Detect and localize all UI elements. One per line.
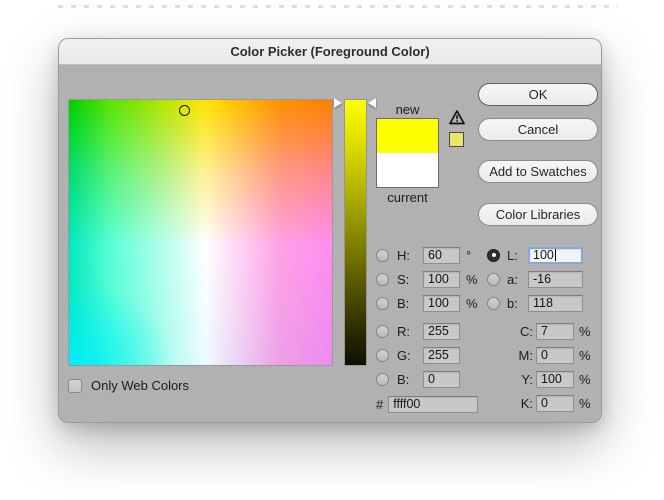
y-input[interactable]: 100 — [536, 371, 574, 388]
y-unit: % — [579, 372, 591, 387]
hex-prefix: # — [376, 397, 383, 412]
color-field[interactable] — [68, 99, 333, 366]
h-input[interactable]: 60 — [423, 247, 460, 264]
radio-blue[interactable] — [376, 373, 389, 386]
row-magenta: M: 0 % — [506, 346, 591, 364]
row-b-lab: b: 118 — [487, 294, 583, 312]
row-brightness: B: 100 % — [376, 294, 478, 312]
radio-g[interactable] — [376, 349, 389, 362]
color-preview-swatch — [376, 118, 439, 188]
k-input[interactable]: 0 — [536, 395, 574, 412]
c-input[interactable]: 7 — [536, 323, 574, 340]
only-web-colors-row: Only Web Colors — [68, 378, 189, 393]
label-y: Y: — [506, 372, 533, 387]
lightness-slider[interactable] — [344, 99, 367, 366]
color-field-marker[interactable] — [179, 105, 190, 116]
l-value: 100 — [533, 248, 554, 262]
r-input[interactable]: 255 — [423, 323, 460, 340]
label-r: R: — [397, 324, 423, 339]
s-unit: % — [466, 272, 478, 287]
l-input[interactable]: 100 — [528, 247, 583, 264]
row-cyan: C: 7 % — [506, 322, 591, 340]
s-input[interactable]: 100 — [423, 271, 460, 288]
label-b-lab: b: — [507, 296, 528, 311]
radio-l[interactable] — [487, 249, 500, 262]
label-k: K: — [506, 396, 533, 411]
current-color-label: current — [376, 190, 439, 205]
label-blue: B: — [397, 372, 423, 387]
row-black: K: 0 % — [506, 394, 591, 412]
radio-b-lab[interactable] — [487, 297, 500, 310]
c-unit: % — [579, 324, 591, 339]
row-hex: # ffff00 — [376, 395, 478, 413]
only-web-colors-checkbox[interactable] — [68, 379, 82, 393]
b-unit: % — [466, 296, 478, 311]
slider-handle-right-arrow[interactable] — [368, 98, 376, 108]
b-lab-input[interactable]: 118 — [528, 295, 583, 312]
slider-handle-left-arrow[interactable] — [334, 98, 342, 108]
row-saturation: S: 100 % — [376, 270, 478, 288]
label-l: L: — [507, 248, 528, 263]
page-edge-dashes — [58, 5, 618, 8]
color-libraries-button[interactable]: Color Libraries — [478, 203, 598, 226]
label-a: a: — [507, 272, 528, 287]
hex-input[interactable]: ffff00 — [388, 396, 478, 413]
radio-a[interactable] — [487, 273, 500, 286]
label-m: M: — [506, 348, 533, 363]
m-unit: % — [579, 348, 591, 363]
gamut-warning-icon[interactable] — [449, 110, 465, 125]
cancel-button[interactable]: Cancel — [478, 118, 598, 141]
text-caret — [555, 249, 556, 261]
dialog-titlebar: Color Picker (Foreground Color) — [59, 39, 601, 65]
new-color-swatch — [377, 119, 438, 153]
row-lightness: L: 100 — [487, 246, 583, 264]
in-gamut-color-swatch[interactable] — [449, 132, 464, 147]
radio-s[interactable] — [376, 273, 389, 286]
g-input[interactable]: 255 — [423, 347, 460, 364]
label-g: G: — [397, 348, 423, 363]
label-c: C: — [506, 324, 533, 339]
a-input[interactable]: -16 — [528, 271, 583, 288]
row-red: R: 255 — [376, 322, 460, 340]
color-picker-dialog: Color Picker (Foreground Color) new curr… — [58, 38, 602, 423]
row-yellow: Y: 100 % — [506, 370, 591, 388]
label-h: H: — [397, 248, 423, 263]
label-b: B: — [397, 296, 423, 311]
row-green: G: 255 — [376, 346, 460, 364]
label-s: S: — [397, 272, 423, 287]
m-input[interactable]: 0 — [536, 347, 574, 364]
radio-r[interactable] — [376, 325, 389, 338]
row-hue: H: 60 ° — [376, 246, 471, 264]
row-a: a: -16 — [487, 270, 583, 288]
h-unit: ° — [466, 248, 471, 263]
add-to-swatches-button[interactable]: Add to Swatches — [478, 160, 598, 183]
b-input[interactable]: 100 — [423, 295, 460, 312]
dialog-title: Color Picker (Foreground Color) — [230, 44, 429, 59]
ok-button[interactable]: OK — [478, 83, 598, 106]
blue-input[interactable]: 0 — [423, 371, 460, 388]
new-color-label: new — [376, 102, 439, 117]
radio-h[interactable] — [376, 249, 389, 262]
radio-b[interactable] — [376, 297, 389, 310]
only-web-colors-label: Only Web Colors — [91, 378, 189, 393]
row-blue: B: 0 — [376, 370, 460, 388]
current-color-swatch[interactable] — [377, 153, 438, 187]
k-unit: % — [579, 396, 591, 411]
